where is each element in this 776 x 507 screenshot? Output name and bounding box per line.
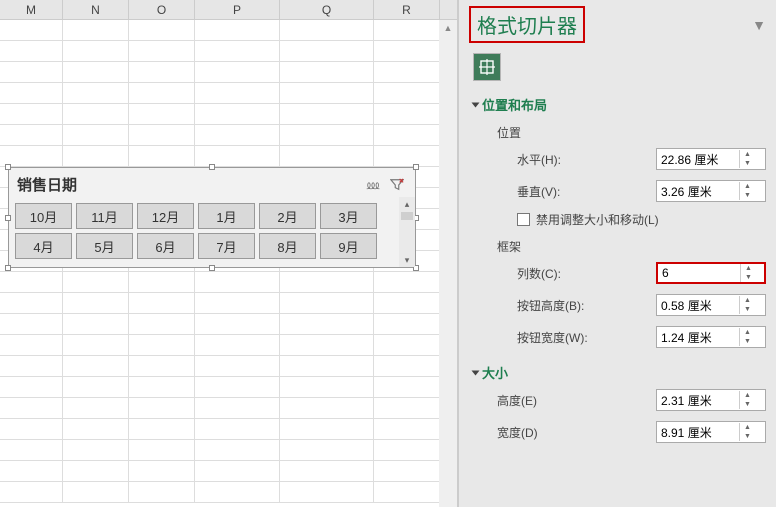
scroll-down-icon[interactable]: ▾ [400, 253, 414, 267]
spinner[interactable]: ▲▼ [739, 391, 755, 409]
field-width: 宽度(D) ▲▼ [497, 418, 766, 446]
spinner[interactable]: ▲▼ [739, 296, 755, 314]
section-position-layout[interactable]: 位置和布局 [473, 95, 766, 114]
slicer-item[interactable]: 11月 [76, 203, 133, 229]
checkbox-label: 禁用调整大小和移动(L) [536, 211, 659, 228]
spinner[interactable]: ▲▼ [739, 328, 755, 346]
spinner[interactable]: ▲▼ [739, 150, 755, 168]
btn-width-input[interactable]: ▲▼ [656, 326, 766, 348]
col-header[interactable]: M [0, 0, 63, 19]
btn-width-value[interactable] [657, 330, 739, 344]
column-headers: M N O P Q R [0, 0, 457, 20]
slicer-item[interactable]: 2月 [259, 203, 316, 229]
field-label: 按钮宽度(W): [517, 329, 656, 346]
col-header[interactable]: R [374, 0, 440, 19]
sheet-scrollbar[interactable]: ▲ [439, 20, 457, 507]
slicer-item[interactable]: 5月 [76, 233, 133, 259]
resize-handle[interactable] [209, 265, 215, 271]
slicer-item[interactable]: 4月 [15, 233, 72, 259]
resize-handle[interactable] [413, 164, 419, 170]
group-position-label: 位置 [497, 124, 766, 141]
vertical-value[interactable] [657, 184, 739, 198]
section-label: 位置和布局 [482, 95, 547, 114]
height-input[interactable]: ▲▼ [656, 389, 766, 411]
section-size[interactable]: 大小 [473, 363, 766, 382]
slicer-object[interactable]: 销售日期 ⅏ 10月 11月 12月 1月 2月 3月 4月 5月 6月 7月 … [8, 167, 416, 268]
scroll-up-icon[interactable]: ▲ [439, 20, 457, 36]
col-header[interactable]: O [129, 0, 195, 19]
resize-handle[interactable] [5, 215, 11, 221]
columns-input[interactable]: ▲▼ [656, 262, 766, 284]
field-lock[interactable]: 禁用调整大小和移动(L) [517, 211, 766, 228]
pane-menu-icon[interactable]: ▼ [752, 17, 766, 33]
slicer-item[interactable]: 1月 [198, 203, 255, 229]
slicer-item[interactable]: 3月 [320, 203, 377, 229]
field-label: 宽度(D) [497, 424, 656, 441]
field-label: 水平(H): [517, 151, 656, 168]
spreadsheet-area: M N O P Q R ▲ [0, 0, 458, 507]
group-frame-label: 框架 [497, 238, 766, 255]
slicer-item[interactable]: 8月 [259, 233, 316, 259]
columns-value[interactable] [658, 266, 740, 280]
vertical-input[interactable]: ▲▼ [656, 180, 766, 202]
multiselect-icon[interactable]: ⅏ [363, 175, 383, 195]
scroll-thumb[interactable] [401, 212, 413, 220]
resize-handle[interactable] [5, 164, 11, 170]
spinner[interactable]: ▲▼ [740, 264, 756, 282]
width-value[interactable] [657, 425, 739, 439]
field-vertical: 垂直(V): ▲▼ [517, 177, 766, 205]
field-btn-height: 按钮高度(B): ▲▼ [517, 291, 766, 319]
field-label: 按钮高度(B): [517, 297, 656, 314]
size-properties-icon[interactable] [473, 53, 501, 81]
field-btn-width: 按钮宽度(W): ▲▼ [517, 323, 766, 351]
clear-filter-icon[interactable] [387, 175, 407, 195]
slicer-item[interactable]: 6月 [137, 233, 194, 259]
horizontal-input[interactable]: ▲▼ [656, 148, 766, 170]
pane-title: 格式切片器 [469, 6, 585, 43]
slicer-title: 销售日期 [17, 174, 359, 195]
scroll-up-icon[interactable]: ▴ [400, 197, 414, 211]
field-label: 列数(C): [517, 265, 656, 282]
col-header[interactable]: N [63, 0, 129, 19]
field-horizontal: 水平(H): ▲▼ [517, 145, 766, 173]
field-label: 垂直(V): [517, 183, 656, 200]
resize-handle[interactable] [5, 265, 11, 271]
height-value[interactable] [657, 393, 739, 407]
btn-height-value[interactable] [657, 298, 739, 312]
slicer-item[interactable]: 12月 [137, 203, 194, 229]
slicer-item[interactable]: 10月 [15, 203, 72, 229]
collapse-icon [472, 370, 480, 375]
slicer-item[interactable]: 7月 [198, 233, 255, 259]
spinner[interactable]: ▲▼ [739, 182, 755, 200]
spinner[interactable]: ▲▼ [739, 423, 755, 441]
collapse-icon [472, 102, 480, 107]
field-label: 高度(E) [497, 392, 656, 409]
horizontal-value[interactable] [657, 152, 739, 166]
slicer-scrollbar[interactable]: ▴ ▾ [399, 197, 415, 267]
checkbox[interactable] [517, 213, 530, 226]
field-columns: 列数(C): ▲▼ [517, 259, 766, 287]
resize-handle[interactable] [209, 164, 215, 170]
slicer-header: 销售日期 ⅏ [9, 168, 415, 199]
width-input[interactable]: ▲▼ [656, 421, 766, 443]
field-height: 高度(E) ▲▼ [497, 386, 766, 414]
slicer-body: 10月 11月 12月 1月 2月 3月 4月 5月 6月 7月 8月 9月 [9, 199, 415, 267]
section-label: 大小 [482, 363, 508, 382]
format-pane: 格式切片器 ▼ 位置和布局 位置 水平(H): ▲▼ 垂直(V): ▲▼ [458, 0, 776, 507]
col-header[interactable]: Q [280, 0, 374, 19]
slicer-container: 销售日期 ⅏ 10月 11月 12月 1月 2月 3月 4月 5月 6月 7月 … [8, 167, 416, 268]
slicer-item[interactable]: 9月 [320, 233, 377, 259]
btn-height-input[interactable]: ▲▼ [656, 294, 766, 316]
col-header[interactable]: P [195, 0, 280, 19]
